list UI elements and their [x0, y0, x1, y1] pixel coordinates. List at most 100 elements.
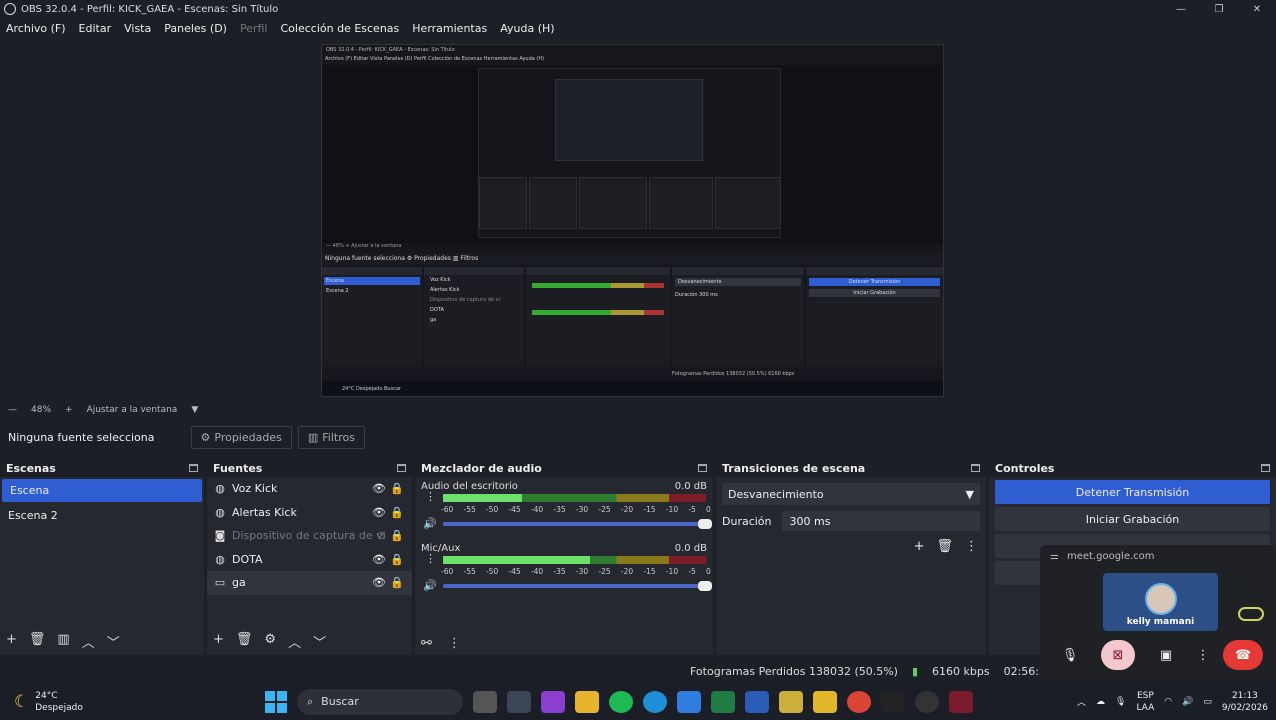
- scene-item[interactable]: Escena 2: [0, 504, 204, 527]
- fit-window-label[interactable]: Ajustar a la ventana: [87, 405, 178, 415]
- wifi-icon[interactable]: ◠: [1164, 697, 1172, 707]
- minimize-button[interactable]: —: [1162, 0, 1200, 18]
- menu-coleccion[interactable]: Colección de Escenas: [281, 22, 400, 35]
- chevron-up-icon[interactable]: ︿: [1077, 695, 1086, 708]
- link-icon[interactable]: ⚯: [421, 636, 432, 651]
- present-icon[interactable]: ▣: [1149, 640, 1183, 670]
- weather-widget[interactable]: ☾ 24°C Despejado: [0, 690, 230, 714]
- menu-editar[interactable]: Editar: [79, 22, 112, 35]
- chevron-up-icon[interactable]: ︿: [82, 632, 95, 651]
- zoom-in-button[interactable]: +: [65, 405, 73, 415]
- undock-icon[interactable]: [189, 464, 198, 472]
- undock-icon[interactable]: [397, 464, 406, 472]
- add-icon[interactable]: +: [914, 539, 925, 554]
- 3d-viewer-icon[interactable]: [745, 690, 769, 713]
- speaker-icon[interactable]: 🔊: [423, 579, 437, 592]
- more-vertical-icon[interactable]: ⋮: [425, 553, 436, 564]
- obs-icon[interactable]: [915, 690, 939, 713]
- source-row[interactable]: ◙ Dispositivo de captura de vi ⊘ 🔒: [207, 524, 412, 548]
- maximize-button[interactable]: ❐: [1200, 0, 1238, 18]
- menu-ayuda[interactable]: Ayuda (H): [500, 22, 554, 35]
- filters-button[interactable]: ▥ Filtros: [297, 425, 365, 449]
- clock[interactable]: 21:13 9/02/2026: [1222, 690, 1268, 714]
- app-window-icon[interactable]: [949, 690, 973, 713]
- eye-icon[interactable]: 👁: [372, 482, 386, 495]
- camera-off-icon[interactable]: ⊠: [1101, 640, 1135, 670]
- volume-knob[interactable]: [698, 581, 712, 591]
- lock-icon[interactable]: 🔒: [390, 553, 404, 566]
- scene-item[interactable]: Escena: [2, 479, 202, 502]
- chevron-down-icon[interactable]: ﹀: [107, 632, 120, 651]
- copilot-icon[interactable]: [541, 690, 565, 713]
- eye-hidden-icon[interactable]: ⊘: [377, 529, 386, 542]
- trash-icon[interactable]: 🗑: [936, 539, 953, 554]
- more-vertical-icon[interactable]: ⋮: [1197, 640, 1210, 670]
- task-view-icon[interactable]: [473, 690, 497, 713]
- add-icon[interactable]: +: [6, 632, 17, 651]
- trash-icon[interactable]: 🗑: [236, 632, 253, 651]
- more-vertical-icon[interactable]: ⋮: [965, 539, 978, 554]
- source-row[interactable]: ◍ DOTA 👁 🔒: [207, 548, 412, 572]
- menu-herramientas[interactable]: Herramientas: [412, 22, 487, 35]
- undock-icon[interactable]: [971, 464, 980, 472]
- hangup-icon[interactable]: ☎: [1223, 640, 1263, 670]
- menu-perfil[interactable]: Perfil: [240, 22, 268, 35]
- lock-icon[interactable]: 🔒: [390, 482, 404, 495]
- lock-icon[interactable]: 🔒: [390, 506, 404, 519]
- source-row[interactable]: ◍ Alertas Kick 👁 🔒: [207, 501, 412, 525]
- edge-icon[interactable]: [643, 690, 667, 713]
- app-icon[interactable]: [779, 690, 803, 713]
- close-button[interactable]: ✕: [1238, 0, 1276, 18]
- chevron-down-icon[interactable]: ﹀: [313, 632, 326, 651]
- start-recording-button[interactable]: Iniciar Grabación: [995, 507, 1270, 531]
- meet-pip-window[interactable]: ⚌ meet.google.com kelly mamani 🎙 ⊠ ▣ ⋮ ☎: [1040, 545, 1276, 681]
- stop-stream-button[interactable]: Detener Transmisión: [995, 480, 1270, 504]
- volume-icon[interactable]: 🔊: [1182, 697, 1193, 707]
- onedrive-icon[interactable]: ☁: [1096, 697, 1105, 707]
- apple-tv-icon[interactable]: [881, 690, 905, 713]
- eye-icon[interactable]: 👁: [372, 576, 386, 589]
- source-name: Alertas Kick: [232, 505, 297, 519]
- speaker-icon[interactable]: 🔊: [423, 517, 437, 530]
- search-box[interactable]: ⌕ Buscar: [297, 688, 463, 715]
- more-vertical-icon[interactable]: ⋮: [425, 491, 436, 502]
- battery-icon[interactable]: ▭: [1203, 697, 1212, 707]
- file-explorer-icon[interactable]: [575, 690, 599, 713]
- mic-icon[interactable]: 🎙: [1115, 697, 1126, 707]
- menu-archivo[interactable]: Archivo (F): [6, 22, 66, 35]
- mic-icon[interactable]: 🎙: [1053, 640, 1087, 670]
- language-indicator[interactable]: ESP LAA: [1136, 690, 1154, 714]
- store-icon[interactable]: [677, 690, 701, 713]
- source-row[interactable]: ◍ Voz Kick 👁 🔒: [207, 477, 412, 501]
- duration-spinbox[interactable]: 300 ms: [781, 511, 980, 531]
- zoom-out-button[interactable]: —: [8, 405, 17, 415]
- spotify-icon[interactable]: [609, 690, 633, 713]
- undock-icon[interactable]: [1261, 464, 1270, 472]
- undock-icon[interactable]: [698, 464, 707, 472]
- filter-icon[interactable]: ▥: [57, 632, 69, 651]
- properties-button[interactable]: ⚙ Propiedades: [190, 425, 292, 449]
- zoom-dropdown-icon[interactable]: ▼: [191, 405, 198, 415]
- volume-slider[interactable]: [443, 581, 712, 591]
- trash-icon[interactable]: 🗑: [29, 632, 46, 651]
- eye-icon[interactable]: 👁: [372, 553, 386, 566]
- lock-icon[interactable]: 🔒: [390, 576, 404, 589]
- volume-slider[interactable]: [443, 519, 712, 529]
- settings-icon[interactable]: ⚌: [1050, 551, 1059, 562]
- add-icon[interactable]: +: [213, 632, 224, 651]
- menu-vista[interactable]: Vista: [124, 22, 151, 35]
- more-vertical-icon[interactable]: ⋮: [448, 636, 461, 651]
- transition-select[interactable]: Desvanecimiento ▼: [722, 483, 980, 505]
- gear-icon[interactable]: ⚙: [264, 632, 276, 651]
- volume-knob[interactable]: [698, 519, 712, 529]
- widgets-icon[interactable]: [507, 690, 531, 713]
- eye-icon[interactable]: 👁: [372, 506, 386, 519]
- excel-icon[interactable]: [711, 690, 735, 713]
- lock-icon[interactable]: 🔒: [390, 529, 404, 542]
- powerbi-icon[interactable]: [813, 690, 837, 713]
- windows-start-icon[interactable]: [265, 690, 287, 713]
- source-row[interactable]: ▭ ga 👁 🔒: [207, 571, 412, 595]
- chrome-icon[interactable]: [847, 690, 871, 713]
- chevron-up-icon[interactable]: ︿: [288, 632, 301, 651]
- menu-paneles[interactable]: Paneles (D): [164, 22, 227, 35]
